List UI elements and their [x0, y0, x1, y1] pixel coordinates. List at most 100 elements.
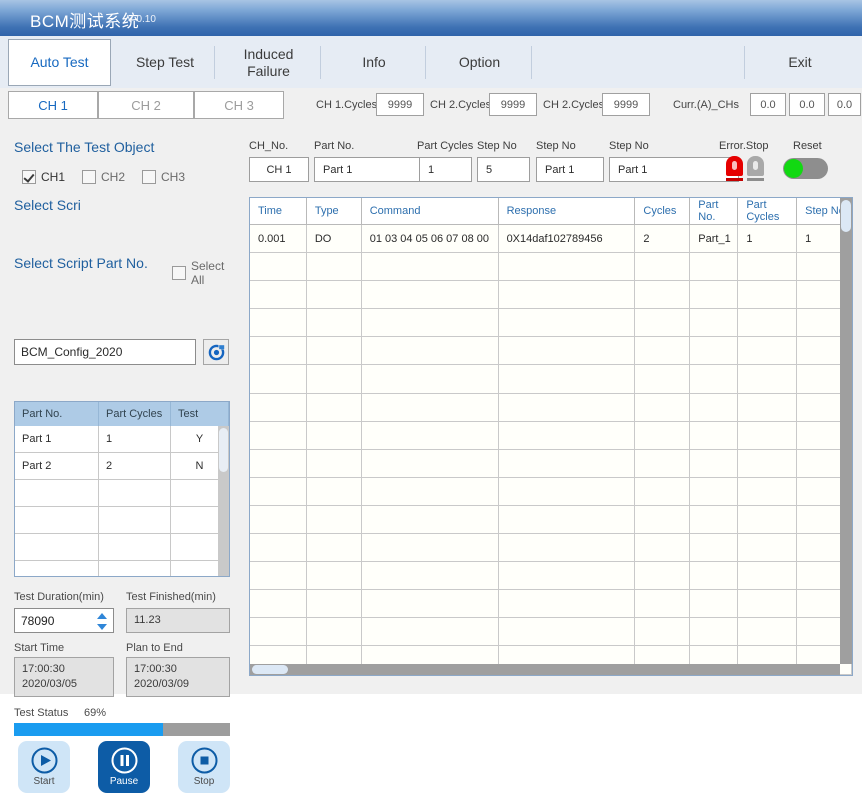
tab-option[interactable]: Option	[427, 39, 532, 86]
current-value-1[interactable]: 0.0	[750, 93, 786, 116]
app-title: BCM测试系统	[30, 12, 140, 31]
play-icon	[31, 747, 57, 774]
checkbox-ch2[interactable]: CH2	[82, 170, 125, 184]
log-grid-cell-part-no: Part_1	[690, 225, 739, 253]
log-grid-row-empty[interactable]	[250, 477, 852, 506]
step-no-label: Step No	[477, 140, 517, 152]
ch2-cycles-label: CH 2.Cycles	[430, 99, 492, 111]
current-value-2[interactable]: 0.0	[789, 93, 825, 116]
tab-info[interactable]: Info	[322, 39, 426, 86]
select-test-object-title: Select The Test Object	[14, 139, 155, 155]
tab-exit[interactable]: Exit	[746, 39, 854, 86]
spinner-arrows[interactable]	[95, 613, 109, 630]
checkbox-ch3-box[interactable]	[142, 170, 156, 184]
log-grid-header-response: Response	[499, 198, 636, 224]
checkbox-ch1[interactable]: CH1	[22, 170, 65, 184]
part-table-scroll-thumb[interactable]	[219, 428, 228, 472]
step-no-value[interactable]: 5	[477, 157, 530, 182]
reset-toggle-knob[interactable]	[784, 159, 803, 178]
test-status-percent: 69%	[84, 707, 107, 719]
step-no-3-value[interactable]: Part 1	[609, 157, 739, 182]
log-grid-row-empty[interactable]	[250, 253, 852, 282]
part-table-row-empty[interactable]	[15, 507, 229, 534]
part-table-scrollbar[interactable]	[218, 426, 229, 576]
part-table-row[interactable]: Part 2 2 N	[15, 453, 229, 480]
tab-induced-failure[interactable]: Induced Failure	[216, 39, 321, 86]
part-table-cell-part-no: Part 1	[15, 426, 99, 452]
part-no-value[interactable]: Part 1	[314, 157, 436, 182]
error-lamp-gray	[747, 156, 764, 181]
part-table-row-empty[interactable]	[15, 480, 229, 507]
plan-end-line1: 17:00:30	[134, 663, 177, 675]
channel-tab-ch3-label: CH 3	[224, 97, 254, 113]
log-grid-row-empty[interactable]	[250, 337, 852, 366]
ch3-cycles-value[interactable]: 9999	[602, 93, 650, 116]
stop-button[interactable]: Stop	[178, 741, 230, 793]
log-grid-row[interactable]: 0.001 DO 01 03 04 05 06 07 08 00 0X14daf…	[250, 225, 852, 254]
pause-button[interactable]: Pause	[98, 741, 150, 793]
log-grid-vertical-scroll-thumb[interactable]	[841, 200, 851, 232]
log-grid-row-empty[interactable]	[250, 562, 852, 591]
log-grid-row-empty[interactable]	[250, 449, 852, 478]
log-grid-cell-response: 0X14daf102789456	[499, 225, 636, 253]
tab-auto-test[interactable]: Auto Test	[8, 39, 111, 86]
tab-step-test[interactable]: Step Test	[115, 39, 215, 86]
test-finished-label: Test Finished(min)	[126, 591, 216, 603]
application-window: BCM测试系统 V 0.10 Auto Test Step Test Induc…	[0, 0, 862, 793]
induced-line-1: Induced	[243, 46, 294, 63]
log-grid-row-empty[interactable]	[250, 281, 852, 310]
log-grid-header-type: Type	[307, 198, 362, 224]
checkbox-select-all-box[interactable]	[172, 266, 186, 280]
part-cycles-value[interactable]: 1	[419, 157, 472, 182]
ch-no-value[interactable]: CH 1	[249, 157, 309, 182]
log-grid-row-empty[interactable]	[250, 309, 852, 338]
log-grid-cell-part-cycles: 1	[738, 225, 798, 253]
checkbox-ch3[interactable]: CH3	[142, 170, 185, 184]
checkbox-ch2-box[interactable]	[82, 170, 96, 184]
log-grid-row-empty[interactable]	[250, 393, 852, 422]
part-table-row-empty[interactable]	[15, 561, 229, 576]
main-tab-bar: Auto Test Step Test Induced Failure Info…	[0, 36, 862, 89]
chevron-up-icon[interactable]	[97, 613, 107, 619]
ch1-cycles-value[interactable]: 9999	[376, 93, 424, 116]
browse-icon[interactable]	[203, 339, 229, 365]
test-finished-value: 11.23	[126, 608, 230, 633]
reset-toggle[interactable]	[783, 158, 828, 179]
pause-button-label: Pause	[109, 776, 139, 787]
part-table-header-part-cycles: Part Cycles	[99, 402, 171, 426]
part-table-header: Part No. Part Cycles Test	[15, 402, 229, 426]
log-grid-horizontal-scroll-thumb[interactable]	[252, 665, 288, 674]
channel-tab-ch2[interactable]: CH 2	[98, 91, 194, 119]
script-name-input[interactable]: BCM_Config_2020	[14, 339, 196, 365]
log-grid-header-cycles: Cycles	[635, 198, 691, 224]
part-cycles-label: Part Cycles	[417, 140, 474, 152]
log-grid-row-empty[interactable]	[250, 365, 852, 394]
step-no-2-value[interactable]: Part 1	[536, 157, 604, 182]
tab-empty[interactable]	[533, 39, 745, 86]
start-button[interactable]: Start	[18, 741, 70, 793]
log-grid-cell-cycles: 2	[635, 225, 691, 253]
chevron-down-icon[interactable]	[97, 624, 107, 630]
log-grid-row-empty[interactable]	[250, 534, 852, 563]
part-table-header-part-no: Part No.	[15, 402, 99, 426]
log-grid-header-part-cycles: Part Cycles	[738, 198, 798, 224]
test-duration-input[interactable]: 78090	[14, 608, 114, 633]
checkbox-select-all[interactable]: Select All	[172, 259, 240, 287]
tab-divider	[425, 46, 426, 79]
log-grid-row-empty[interactable]	[250, 590, 852, 619]
channel-tab-ch3[interactable]: CH 3	[194, 91, 284, 119]
log-grid-row-empty[interactable]	[250, 618, 852, 647]
ch2-cycles-value[interactable]: 9999	[489, 93, 537, 116]
tab-divider	[744, 46, 745, 79]
checkbox-ch1-box[interactable]	[22, 170, 36, 184]
log-grid-horizontal-scrollbar[interactable]	[250, 664, 840, 675]
channel-tab-ch1[interactable]: CH 1	[8, 91, 98, 119]
checkbox-ch1-label: CH1	[41, 170, 66, 184]
part-table-row[interactable]: Part 1 1 Y	[15, 426, 229, 453]
log-grid-row-empty[interactable]	[250, 505, 852, 535]
channel-tab-ch2-label: CH 2	[131, 97, 161, 113]
log-grid-row-empty[interactable]	[250, 421, 852, 450]
part-table-row-empty[interactable]	[15, 534, 229, 561]
log-grid-vertical-scrollbar[interactable]	[840, 198, 852, 664]
current-value-3[interactable]: 0.0	[828, 93, 861, 116]
